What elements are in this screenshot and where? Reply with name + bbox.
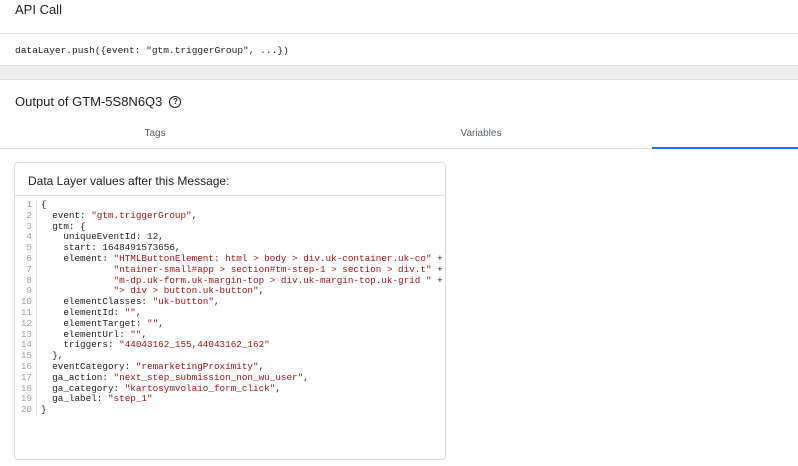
section-separator (0, 66, 798, 80)
code-text: }, (41, 350, 64, 362)
code-text: start: 1648491573656, (41, 242, 181, 254)
code-string: "remarketingProximity" (135, 360, 259, 372)
api-call-title: API Call (15, 2, 62, 17)
api-call-header: API Call (0, 0, 798, 34)
line-content: triggers: "44043162_155,44043162_162" (37, 339, 270, 351)
active-tab-indicator (652, 147, 798, 149)
code-line: 19 ga_label: "step_1" (15, 393, 445, 406)
code-text: triggers: (41, 339, 120, 351)
data-layer-code: 1{2 event: "gtm.triggerGroup", 3 gtm: {4 … (15, 199, 445, 416)
line-number: 2 (15, 210, 37, 222)
code-line: 20} (15, 404, 445, 416)
code-text: + (431, 263, 443, 275)
code-string: "ntainer-small#app > section#tm-step-1 >… (113, 263, 432, 275)
tab-tags[interactable]: Tags (0, 118, 310, 149)
code-text: eventCategory: (41, 360, 136, 372)
line-content: ga_label: "step_1" (37, 393, 153, 405)
code-text: } (41, 404, 47, 416)
output-tabs: Tags Variables (0, 118, 798, 149)
code-text: , (258, 285, 265, 297)
code-string: "kartosymvolaio_form_click" (124, 382, 276, 394)
line-number: 20 (15, 404, 37, 416)
code-text: elementTarget: (41, 317, 148, 329)
code-text: + (431, 274, 443, 286)
code-text: gtm: { (41, 220, 86, 232)
output-heading: Output of GTM-5S8N6Q3 ? (15, 94, 182, 109)
code-string: "> div > button.uk-button" (113, 285, 259, 297)
code-string: "44043162_155,44043162_162" (119, 339, 270, 351)
code-text: , (191, 209, 198, 221)
code-text: ga_category: (41, 382, 125, 394)
output-title: Output of GTM-5S8N6Q3 (15, 94, 163, 109)
code-string: "uk-button" (152, 296, 214, 308)
api-call-code-row: dataLayer.push({event: "gtm.triggerGroup… (0, 34, 798, 66)
help-circle-icon[interactable]: ? (169, 95, 182, 108)
code-string: "" (124, 306, 136, 318)
code-text: elementUrl: (41, 328, 131, 340)
code-text: ga_label: (41, 393, 108, 405)
code-text: ga_action: (41, 371, 114, 383)
code-line: 14 triggers: "44043162_155,44043162_162" (15, 339, 445, 352)
tab-variables[interactable]: Variables (310, 118, 652, 149)
code-string: "m-dp.uk-form.uk-margin-top > div.uk-mar… (113, 274, 432, 286)
code-string: "gtm.triggerGroup" (91, 209, 192, 221)
code-text: , (135, 306, 142, 318)
code-text: elementClasses: (41, 296, 153, 308)
code-string: "HTMLButtonElement: html > body > div.uk… (113, 252, 432, 264)
line-content: } (37, 404, 47, 416)
code-text: , (258, 360, 265, 372)
code-text: , (141, 328, 148, 340)
api-call-code: dataLayer.push({event: "gtm.triggerGroup… (15, 45, 289, 56)
tab-data-layer[interactable] (652, 118, 798, 149)
code-string: "next_step_submission_non_wu_user" (113, 371, 304, 383)
code-text: , (213, 296, 220, 308)
code-text: , (158, 317, 164, 329)
code-text: , (303, 371, 309, 383)
code-text: , (275, 382, 281, 394)
code-string: "step_1" (107, 393, 153, 405)
code-text: { (41, 199, 47, 210)
code-string: "" (130, 328, 142, 340)
code-text: uniqueEventId: 12, (41, 231, 164, 243)
data-layer-card: Data Layer values after this Message: 1{… (14, 162, 446, 460)
line-number: 12 (15, 318, 37, 330)
line-number: 17 (15, 372, 37, 384)
card-divider (15, 195, 445, 196)
line-number: 7 (15, 264, 37, 276)
code-text: event: (41, 209, 92, 221)
code-text: + (431, 252, 443, 264)
code-text: element: (41, 252, 114, 264)
code-string: "" (147, 317, 159, 329)
code-text: elementId: (41, 306, 125, 318)
data-layer-card-title: Data Layer values after this Message: (28, 174, 230, 188)
